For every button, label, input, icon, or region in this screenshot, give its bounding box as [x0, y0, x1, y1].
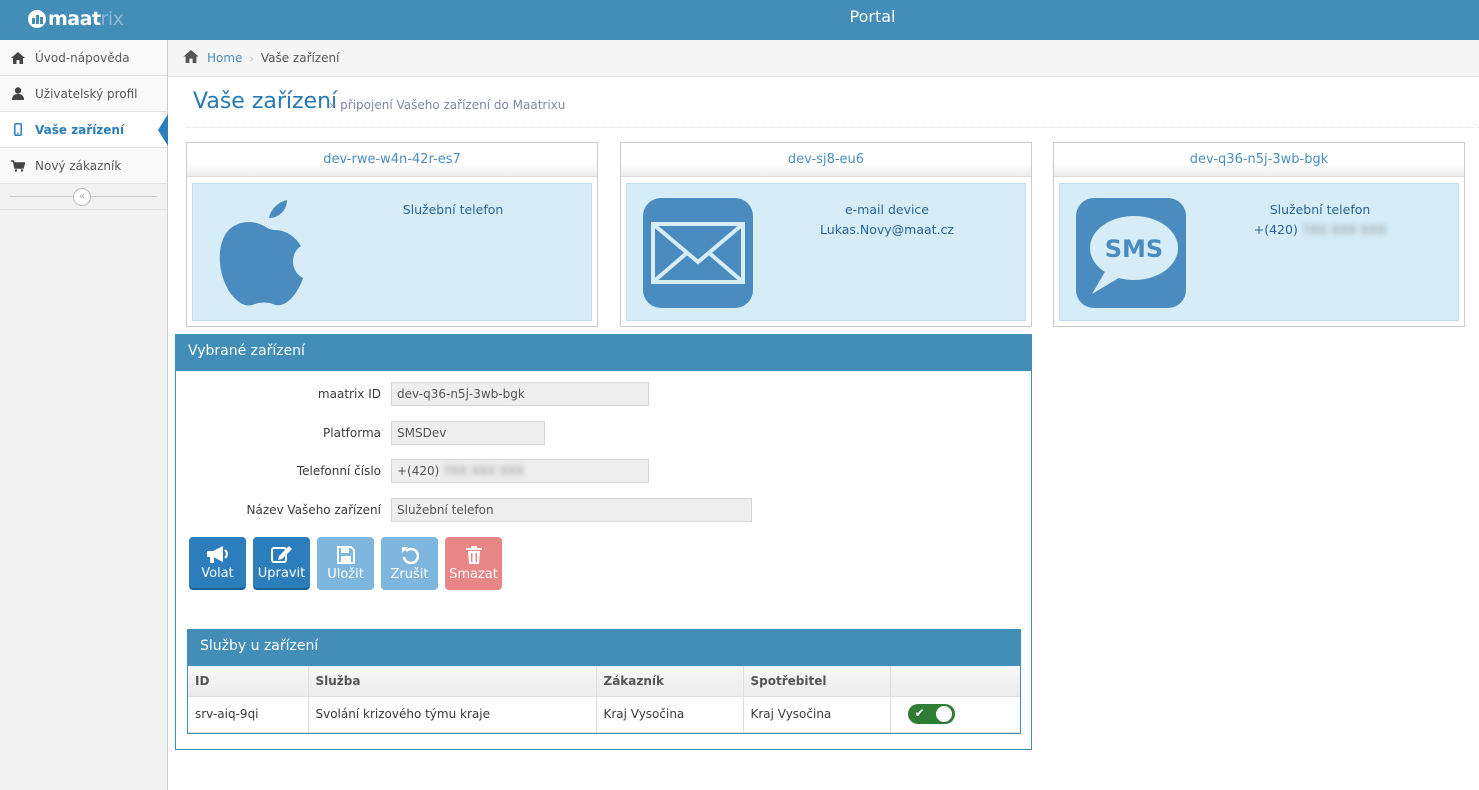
form-row-phone: Telefonní číslo +(420) 7XX XXX XXX: [176, 459, 649, 483]
delete-button-label: Smazat: [449, 566, 498, 582]
sidebar-item-label: Úvod-nápověda: [35, 50, 130, 65]
form-row-device-name: Název Vašeho zařízení Služební telefon: [176, 498, 752, 522]
platform-field: SMSDev: [391, 421, 545, 445]
phone-prefix: +(420): [397, 464, 440, 478]
device-card-id: dev-q36-n5j-3wb-bgk: [1054, 143, 1464, 177]
device-card-line2: Lukas.Novy@maat.cz: [820, 222, 954, 237]
phone-prefix: +(420): [1253, 222, 1298, 237]
device-services-panel: Služby u zařízení ID Služba Zákazník Spo…: [187, 629, 1021, 734]
sidebar-item-profile[interactable]: Uživatelský profil: [0, 76, 167, 112]
phone-number-blurred: 7XX XXX XXX: [1301, 222, 1387, 237]
device-card-line1: Služební telefon: [1269, 202, 1371, 217]
device-card-body: Služební telefon: [192, 183, 592, 321]
selected-device-title: Vybrané zařízení: [176, 335, 1031, 371]
sidebar: Úvod-nápověda Uživatelský profil Vaše za…: [0, 40, 168, 790]
page-title: Vaše zařízení: [193, 89, 338, 114]
sms-icon-label: SMS: [1105, 235, 1163, 263]
sidebar-item-help[interactable]: Úvod-nápověda: [0, 40, 167, 76]
column-header-service[interactable]: Služba: [307, 666, 597, 697]
edit-icon: [270, 545, 292, 563]
column-header-status: [889, 666, 1020, 697]
page-header: Vaše zařízení » připojení Vašeho zařízen…: [187, 84, 1479, 128]
column-header-id[interactable]: ID: [188, 666, 309, 697]
device-card[interactable]: dev-rwe-w4n-42r-es7 Služební telefon: [186, 142, 598, 327]
device-card-body: SMS Služební telefon +(420) 7XX XXX XXX: [1059, 183, 1459, 321]
device-card-body: e-mail device Lukas.Novy@maat.cz: [626, 183, 1026, 321]
check-icon: ✔: [914, 706, 925, 720]
device-card-info: e-mail device Lukas.Novy@maat.cz: [757, 200, 1017, 240]
home-icon: [183, 50, 199, 66]
service-id-cell: srv-aiq-9qi: [188, 695, 309, 733]
top-navbar: maatrix Portal: [0, 0, 1479, 40]
column-header-customer[interactable]: Zákazník: [595, 666, 744, 697]
device-card[interactable]: dev-sj8-eu6 e-mail device Lukas.Novy@maa…: [620, 142, 1032, 327]
service-enabled-toggle[interactable]: ✔: [907, 704, 955, 724]
portal-title: Portal: [849, 7, 896, 26]
sms-icon: SMS: [1076, 198, 1186, 308]
mobile-icon: [10, 122, 26, 138]
form-row-maatrix-id: maatrix ID dev-q36-n5j-3wb-bgk: [176, 382, 649, 406]
form-row-platform: Platforma SMSDev: [176, 421, 545, 445]
breadcrumb-current: Vaše zařízení: [260, 51, 340, 65]
save-icon: [336, 545, 355, 564]
edit-button[interactable]: Upravit: [253, 537, 310, 590]
device-services-title: Služby u zařízení: [188, 630, 1020, 666]
call-button[interactable]: Volat: [189, 537, 246, 590]
action-buttons: Volat Upravit Uložit Zrušit Smazat: [189, 537, 509, 590]
sidebar-item-new-customer[interactable]: Nový zákazník: [0, 148, 167, 184]
service-customer-cell: Kraj Vysočina: [595, 695, 744, 733]
maatrix-id-label: maatrix ID: [317, 387, 381, 401]
sidebar-item-devices[interactable]: Vaše zařízení: [0, 112, 168, 148]
sidebar-collapse-bar: «: [0, 184, 167, 210]
undo-icon: [401, 546, 419, 564]
service-consumer-cell: Kraj Vysočina: [742, 695, 891, 733]
table-row[interactable]: srv-aiq-9qi Svolání krizového týmu kraje…: [188, 695, 1020, 733]
sidebar-item-label: Uživatelský profil: [35, 86, 138, 101]
delete-button[interactable]: Smazat: [445, 537, 502, 590]
cancel-button-label: Zrušit: [390, 566, 429, 582]
device-card-line1: e-mail device: [844, 202, 929, 217]
breadcrumb-home-link[interactable]: Home: [207, 51, 242, 65]
device-card-info: Služební telefon +(420) 7XX XXX XXX: [1190, 200, 1450, 240]
cart-icon: [10, 158, 26, 174]
envelope-icon: [643, 198, 753, 308]
user-icon: [10, 86, 26, 102]
save-button-label: Uložit: [327, 566, 364, 582]
breadcrumb: Home › Vaše zařízení: [168, 40, 1479, 77]
toggle-knob: [935, 706, 952, 722]
collapse-sidebar-button[interactable]: «: [73, 188, 91, 206]
home-icon: [10, 50, 26, 66]
megaphone-icon: [206, 545, 228, 563]
maatrix-id-field: dev-q36-n5j-3wb-bgk: [391, 382, 649, 406]
phone-number-blurred: 7XX XXX XXX: [443, 464, 525, 478]
breadcrumb-separator: ›: [249, 51, 254, 65]
device-card[interactable]: dev-q36-n5j-3wb-bgk SMS Služební telefon…: [1053, 142, 1465, 327]
sidebar-item-label: Vaše zařízení: [35, 122, 125, 137]
device-card-id: dev-sj8-eu6: [621, 143, 1031, 177]
device-card-id: dev-rwe-w4n-42r-es7: [187, 143, 597, 177]
selected-device-panel: Vybrané zařízení maatrix ID dev-q36-n5j-…: [175, 334, 1032, 750]
device-card-line1: Služební telefon: [402, 202, 504, 217]
trash-icon: [465, 545, 482, 564]
platform-label: Platforma: [323, 426, 381, 440]
device-name-label: Název Vašeho zařízení: [246, 503, 382, 517]
device-card-info: Služební telefon: [323, 200, 583, 220]
device-name-field[interactable]: Služební telefon: [391, 498, 752, 522]
cancel-button[interactable]: Zrušit: [381, 537, 438, 590]
device-card-line2: +(420) 7XX XXX XXX: [1190, 220, 1450, 240]
save-button[interactable]: Uložit: [317, 537, 374, 590]
phone-label: Telefonní číslo: [296, 464, 381, 478]
column-header-consumer[interactable]: Spotřebitel: [742, 666, 891, 697]
edit-button-label: Upravit: [257, 565, 306, 581]
service-name-cell: Svolání krizového týmu kraje: [307, 695, 597, 733]
services-table: ID Služba Zákazník Spotřebitel srv-aiq-9…: [188, 666, 1020, 733]
page-subtitle: » připojení Vašeho zařízení do Maatrixu: [329, 98, 566, 112]
call-button-label: Volat: [201, 565, 234, 581]
service-status-cell: ✔: [889, 695, 1020, 733]
apple-icon: [209, 198, 319, 308]
phone-field: +(420) 7XX XXX XXX: [391, 459, 649, 483]
sidebar-item-label: Nový zákazník: [35, 158, 122, 173]
